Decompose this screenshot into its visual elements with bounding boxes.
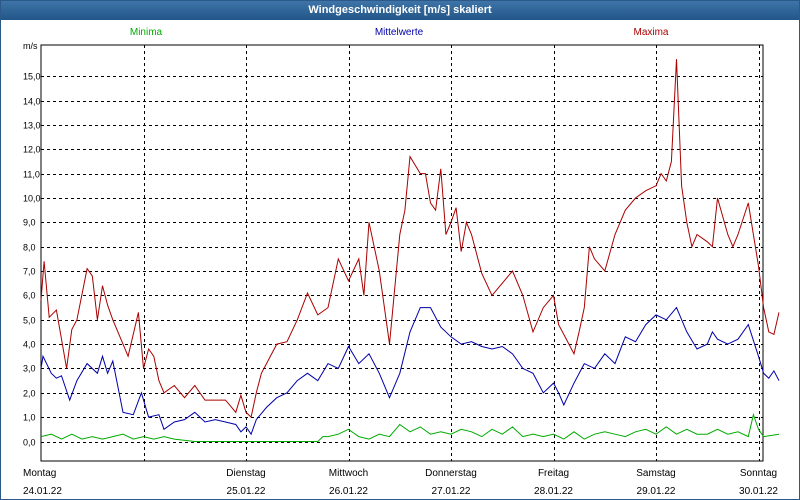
legend-maxima: Maxima — [633, 27, 668, 38]
y-tick-label: 10,0 — [23, 194, 41, 204]
y-tick-label: 11,0 — [23, 170, 40, 180]
x-tick-date: 25.01.22 — [227, 486, 266, 497]
y-tick-label: 13,0 — [23, 121, 41, 131]
y-axis-unit: m/s — [23, 41, 38, 51]
x-tick-date: 28.01.22 — [534, 486, 573, 497]
x-tick-weekday: Freitag — [538, 468, 569, 479]
y-tick-label: 8,0 — [23, 243, 36, 253]
y-tick-label: 3,0 — [23, 364, 36, 374]
y-tick-label: 6,0 — [23, 291, 36, 301]
x-tick-weekday: Sonntag — [740, 468, 777, 479]
x-tick-weekday: Donnerstag — [425, 468, 477, 479]
chart: Minima Mittelwerte Maxima m/s 0,0 1,0 2,0 3… — [23, 27, 780, 497]
y-tick-label: 1,0 — [23, 413, 36, 423]
legend-mittelwerte: Mittelwerte — [375, 27, 424, 38]
x-tick-weekday: Samstag — [636, 468, 675, 479]
chart-window: Windgeschwindigkeit [m/s] skaliert Minim… — [0, 0, 800, 500]
plot-frame — [40, 44, 764, 462]
y-tick-label: 2,0 — [23, 389, 36, 399]
x-tick-weekday: Dienstag — [226, 468, 265, 479]
y-tick-label: 9,0 — [23, 218, 36, 228]
x-tick-date: 26.01.22 — [329, 486, 368, 497]
y-tick-label: 14,0 — [23, 97, 41, 107]
y-tick-label: 12,0 — [23, 145, 41, 155]
y-tick-label: 5,0 — [23, 316, 36, 326]
y-tick-label: 15,0 — [23, 72, 41, 82]
x-tick-weekday: Montag — [23, 468, 56, 479]
x-tick-weekday: Mittwoch — [329, 468, 368, 479]
x-tick-date: 29.01.22 — [637, 486, 676, 497]
x-tick-date: 24.01.22 — [23, 486, 62, 497]
y-tick-label: 4,0 — [23, 340, 36, 350]
y-tick-label: 7,0 — [23, 267, 36, 277]
y-tick-label: 0,0 — [23, 438, 36, 448]
legend-minima: Minima — [130, 27, 163, 38]
x-tick-date: 30.01.22 — [739, 486, 778, 497]
x-tick-date: 27.01.22 — [432, 486, 471, 497]
window-title: Windgeschwindigkeit [m/s] skaliert — [1, 1, 799, 20]
